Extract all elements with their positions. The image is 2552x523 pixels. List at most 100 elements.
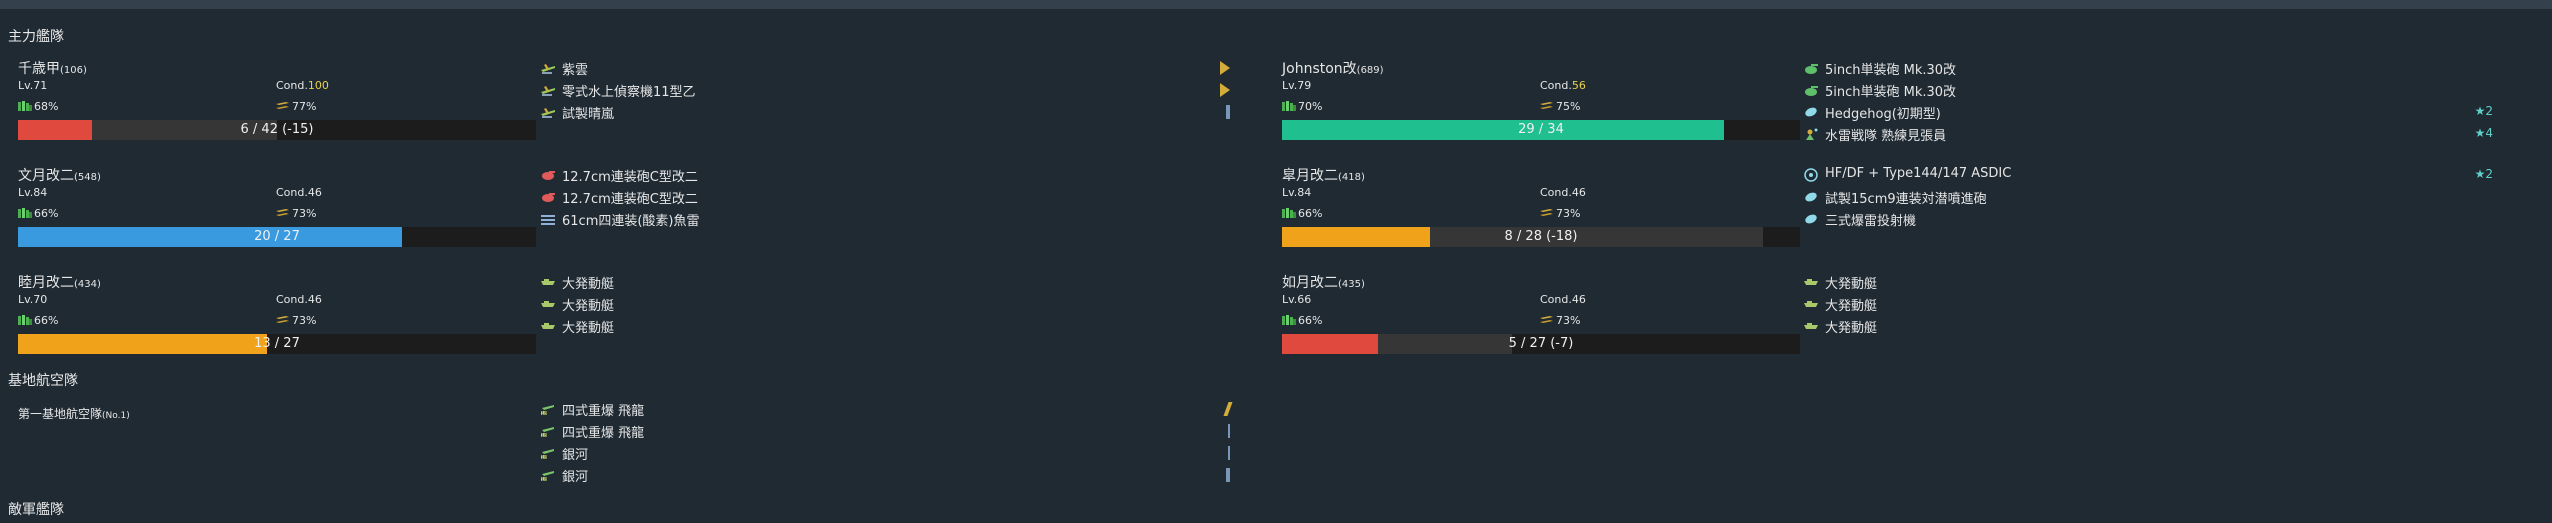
hp-bar: 20 / 27	[18, 227, 536, 247]
equipment-row[interactable]: 大発動艇	[540, 293, 1230, 315]
equipment-name: 大発動艇	[562, 299, 615, 314]
equipment-row[interactable]: 大発動艇	[1803, 315, 2493, 337]
proficiency-thin-bar-icon	[1228, 446, 1230, 460]
ship-card: 皐月改二(418) Lv.84 Cond.46 66% 73% 8 / 28 (…	[1272, 165, 1800, 265]
hp-bar: 8 / 28 (-18)	[1282, 227, 1800, 247]
equipment-row[interactable]: 大発動艇	[540, 315, 1230, 337]
ammo-status: 73%	[1540, 207, 1580, 220]
equipment-name: 四式重爆 飛龍	[562, 404, 645, 419]
ship-id: (689)	[1356, 65, 1384, 76]
equipment-row[interactable]: HF/DF + Type144/147 ASDIC ★2	[1803, 164, 2493, 186]
equipment-row[interactable]: 大発動艇	[1803, 271, 2493, 293]
equipment-name: Hedgehog(初期型)	[1825, 107, 1941, 122]
equipment-row[interactable]: Hedgehog(初期型) ★2	[1803, 101, 2493, 123]
small-gun-icon	[540, 190, 556, 204]
equipment-name: HF/DF + Type144/147 ASDIC	[1825, 166, 2012, 181]
equipment-row[interactable]: 試製晴嵐	[540, 101, 1230, 123]
ship-card: 千歳甲(106) Lv.71 Cond.100 68% 77% 6 / 42 (…	[8, 58, 536, 158]
equipment-name: 紫雲	[562, 63, 589, 78]
hp-bar: 13 / 27	[18, 334, 536, 354]
sonar-icon	[1803, 168, 1819, 182]
equipment-row[interactable]: 零式水上偵察機11型乙	[540, 79, 1230, 101]
landing-craft-icon	[1803, 275, 1819, 289]
equipment-row[interactable]: 水雷戦隊 熟練見張員 ★4	[1803, 123, 2493, 145]
equipment-row[interactable]: 5inch単装砲 Mk.30改	[1803, 79, 2493, 101]
ammo-value: 75%	[1556, 100, 1581, 113]
ship-name-text: 皐月改二	[1282, 168, 1338, 184]
main-gun-icon	[1803, 83, 1819, 97]
hp-bar-fill	[1282, 120, 1724, 140]
torpedo-icon	[540, 212, 556, 226]
land-bomber-icon: 18	[540, 402, 556, 417]
equipment-row[interactable]: 5inch単装砲 Mk.30改	[1803, 57, 2493, 79]
ammo-value: 73%	[292, 314, 317, 327]
hp-bar: 29 / 34	[1282, 120, 1800, 140]
equipment-row[interactable]: 紫雲	[540, 57, 1230, 79]
ammo-status: 75%	[1540, 100, 1580, 113]
ship-name: 文月改二(548)	[18, 165, 101, 185]
fuel-status: 66%	[1282, 314, 1322, 327]
ammo-value: 73%	[1556, 314, 1581, 327]
ship-condition: Cond.46	[276, 293, 322, 306]
equipment-name: 銀河	[562, 448, 589, 463]
equipment-row[interactable]: 61cm四連装(酸素)魚雷	[540, 208, 1230, 230]
hp-bar-fill	[1282, 334, 1378, 354]
equipment-row[interactable]: 18 銀河	[540, 442, 1230, 464]
land-base-name-text: 第一基地航空隊	[18, 407, 103, 421]
equipment-list: 18 四式重爆 飛龍 18 四式重爆 飛龍 18 銀河 18 銀河	[540, 398, 1233, 486]
ammo-icon	[276, 316, 289, 323]
ammo-status: 73%	[1540, 314, 1580, 327]
ship-name-text: 睦月改二	[18, 275, 74, 291]
ship-card: Johnston改(689) Lv.79 Cond.56 70% 75% 29 …	[1272, 58, 1800, 158]
hp-bar: 5 / 27 (-7)	[1282, 334, 1800, 354]
equipment-row[interactable]: 12.7cm連装砲C型改二	[540, 164, 1230, 186]
hp-bar-fill	[18, 334, 267, 354]
equipment-row[interactable]: 試製15cm9連装対潜噴進砲	[1803, 186, 2493, 208]
proficiency-bar-icon	[1226, 468, 1230, 482]
hp-bar-fill	[18, 120, 92, 140]
ship-level: Lv.71	[18, 79, 48, 92]
section-title-enemy-fleet: 敵軍艦隊	[8, 502, 64, 518]
equipment-name: 零式水上偵察機11型乙	[562, 85, 696, 100]
equipment-list: 紫雲 零式水上偵察機11型乙 試製晴嵐	[540, 57, 1230, 123]
equipment-row[interactable]: 18 四式重爆 飛龍	[540, 398, 1233, 420]
seaplane-icon	[540, 105, 556, 119]
equipment-row[interactable]: 18 四式重爆 飛龍	[540, 420, 1230, 442]
fuel-value: 66%	[1298, 314, 1323, 327]
hp-bar-fill	[18, 227, 402, 247]
ammo-icon	[1540, 102, 1553, 109]
equipment-list: 12.7cm連装砲C型改二 12.7cm連装砲C型改二 61cm四連装(酸素)魚…	[540, 164, 1230, 230]
ship-id: (435)	[1338, 279, 1365, 290]
equipment-row[interactable]: 三式爆雷投射機	[1803, 208, 2493, 230]
equipment-row[interactable]: 12.7cm連装砲C型改二	[540, 186, 1230, 208]
lookout-icon	[1803, 127, 1819, 141]
ship-id: (548)	[74, 172, 101, 183]
fuel-status: 66%	[1282, 207, 1322, 220]
ship-level: Lv.84	[1282, 186, 1312, 199]
svg-text:18: 18	[541, 411, 547, 416]
seaplane-icon	[540, 61, 556, 75]
equipment-name: 5inch単装砲 Mk.30改	[1825, 85, 1957, 100]
equipment-row[interactable]: 大発動艇	[1803, 293, 2493, 315]
ship-name-text: 千歳甲	[18, 61, 60, 77]
equipment-row[interactable]: 18 銀河	[540, 464, 1230, 486]
ship-level: Lv.84	[18, 186, 48, 199]
equipment-list: 5inch単装砲 Mk.30改 5inch単装砲 Mk.30改 Hedgehog…	[1803, 57, 2493, 145]
equipment-row[interactable]: 大発動艇	[540, 271, 1230, 293]
svg-text:18: 18	[541, 477, 547, 482]
proficiency-thin-bar-icon	[1228, 424, 1230, 438]
condition-value: 46	[1571, 293, 1586, 306]
section-title-main-fleet: 主力艦隊	[8, 29, 64, 45]
ship-name-text: 如月改二	[1282, 275, 1338, 291]
svg-text:18: 18	[541, 433, 547, 438]
ship-condition: Cond.46	[1540, 186, 1586, 199]
equipment-list: 大発動艇 大発動艇 大発動艇	[540, 271, 1230, 337]
ship-name: 千歳甲(106)	[18, 58, 87, 78]
condition-label: Cond.	[276, 79, 308, 92]
ship-id: (106)	[60, 65, 87, 76]
ammo-icon	[1540, 209, 1553, 216]
condition-label: Cond.	[1540, 79, 1572, 92]
proficiency-bar-icon	[1226, 105, 1230, 119]
landing-craft-icon	[1803, 297, 1819, 311]
proficiency-chevron-icon	[1220, 61, 1230, 75]
